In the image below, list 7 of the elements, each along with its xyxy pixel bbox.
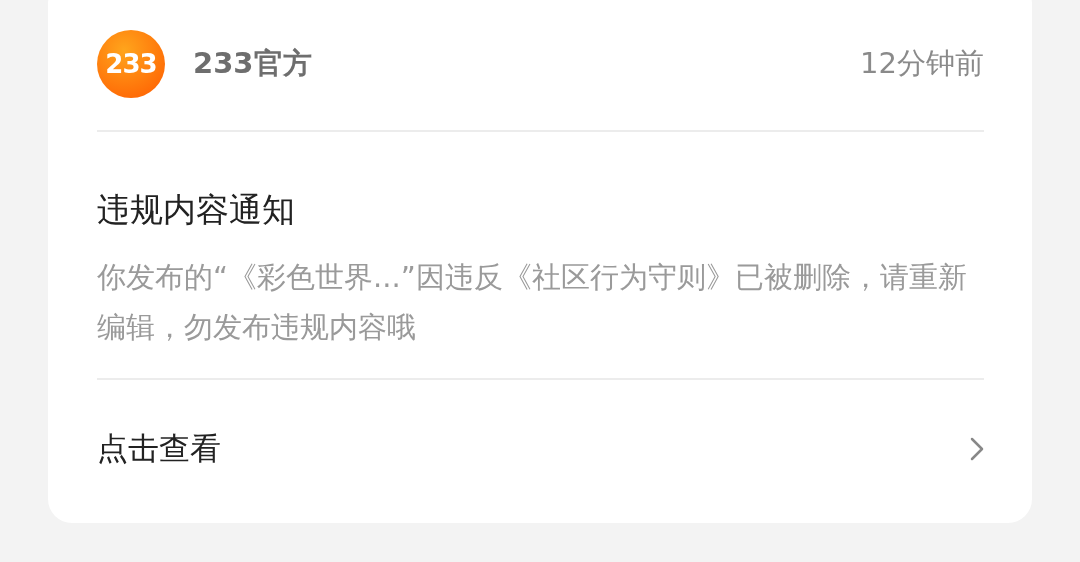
sender-name: 233官方 [193, 44, 312, 82]
notice-body: 你发布的“《彩色世界...”因违反《社区行为守则》已被删除，请重新编辑，勿发布违规内容哦 [97, 259, 968, 346]
view-link[interactable]: 点击查看 [97, 428, 984, 470]
logo-icon: 233 [97, 29, 165, 98]
timestamp: 12分钟前 [860, 44, 984, 82]
notice-title: 违规内容通知 [97, 189, 296, 231]
chevron-icon [970, 437, 984, 461]
